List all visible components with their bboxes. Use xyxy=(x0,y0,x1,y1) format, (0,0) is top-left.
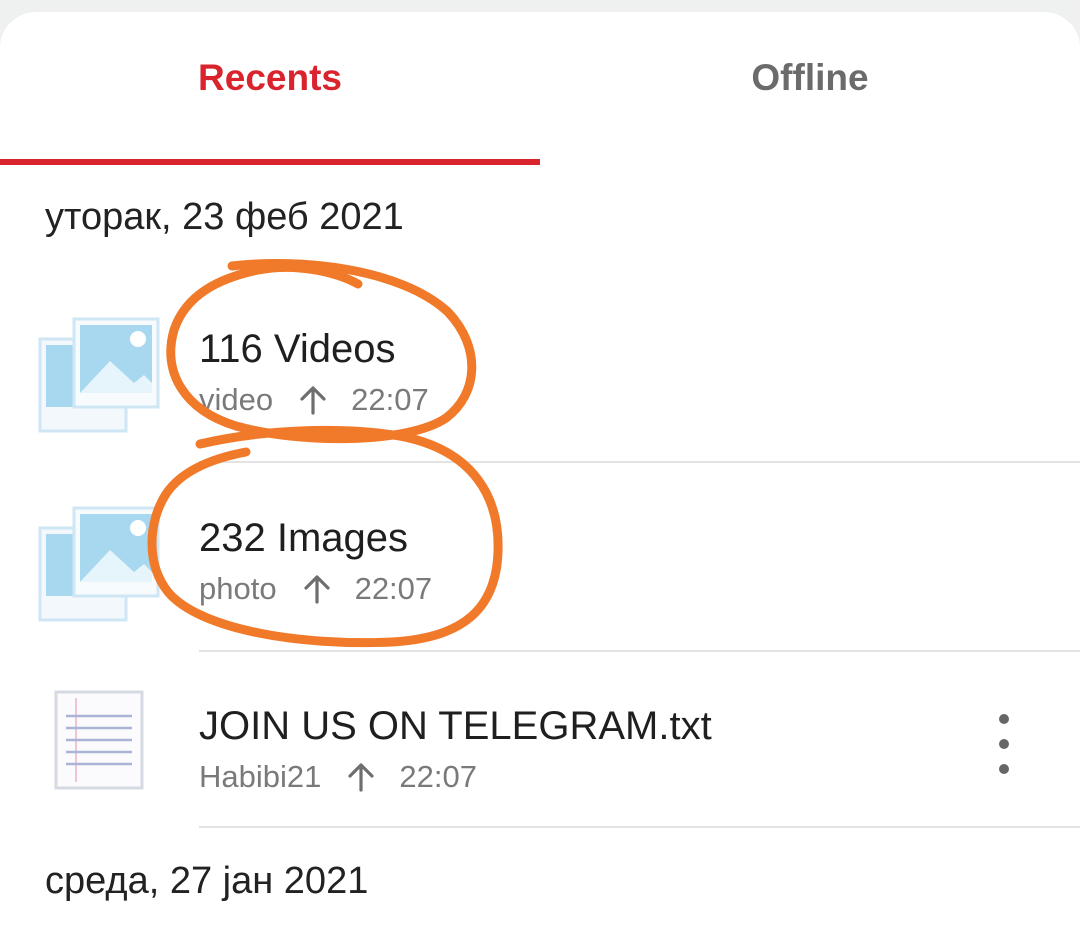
list-item-videos[interactable]: 116 Videos video 22:07 xyxy=(0,297,1080,463)
image-stack-icon xyxy=(38,506,160,622)
row-divider xyxy=(199,826,1080,828)
tab-recents[interactable]: Recents xyxy=(0,12,540,164)
arrow-up-icon xyxy=(347,762,375,792)
row-divider xyxy=(199,461,1080,463)
tab-recents-label: Recents xyxy=(198,57,342,98)
item-title: 232 Images xyxy=(199,516,409,560)
section-date-header: уторак, 23 феб 2021 xyxy=(45,196,404,238)
tab-offline-label: Offline xyxy=(751,57,869,98)
active-tab-indicator xyxy=(0,159,540,165)
item-time: 22:07 xyxy=(399,759,477,794)
item-title: 116 Videos xyxy=(199,327,396,371)
section-date-header: среда, 27 јан 2021 xyxy=(45,860,369,902)
item-meta: video 22:07 xyxy=(199,382,429,418)
item-title: JOIN US ON TELEGRAM.txt xyxy=(199,704,712,748)
item-source: Habibi21 xyxy=(199,759,322,794)
tab-bar: Recents Offline xyxy=(0,12,1080,165)
image-stack-icon xyxy=(38,317,160,433)
row-divider xyxy=(199,650,1080,652)
item-time: 22:07 xyxy=(351,382,429,417)
item-time: 22:07 xyxy=(354,571,433,606)
arrow-up-icon xyxy=(299,385,327,415)
more-vert-icon[interactable] xyxy=(988,714,1020,774)
list-item-text-file[interactable]: JOIN US ON TELEGRAM.txt Habibi21 22:07 xyxy=(0,674,1080,840)
item-source: video xyxy=(199,382,274,417)
text-file-icon xyxy=(54,690,144,790)
tab-offline[interactable]: Offline xyxy=(540,12,1080,164)
item-source: photo xyxy=(199,571,277,606)
recents-panel: Recents Offline уторак, 23 феб 2021 116 … xyxy=(0,12,1080,930)
list-item-images[interactable]: 232 Images photo 22:07 xyxy=(0,486,1080,652)
arrow-up-icon xyxy=(303,574,331,604)
item-meta: Habibi21 22:07 xyxy=(199,759,477,795)
item-meta: photo 22:07 xyxy=(199,571,432,607)
